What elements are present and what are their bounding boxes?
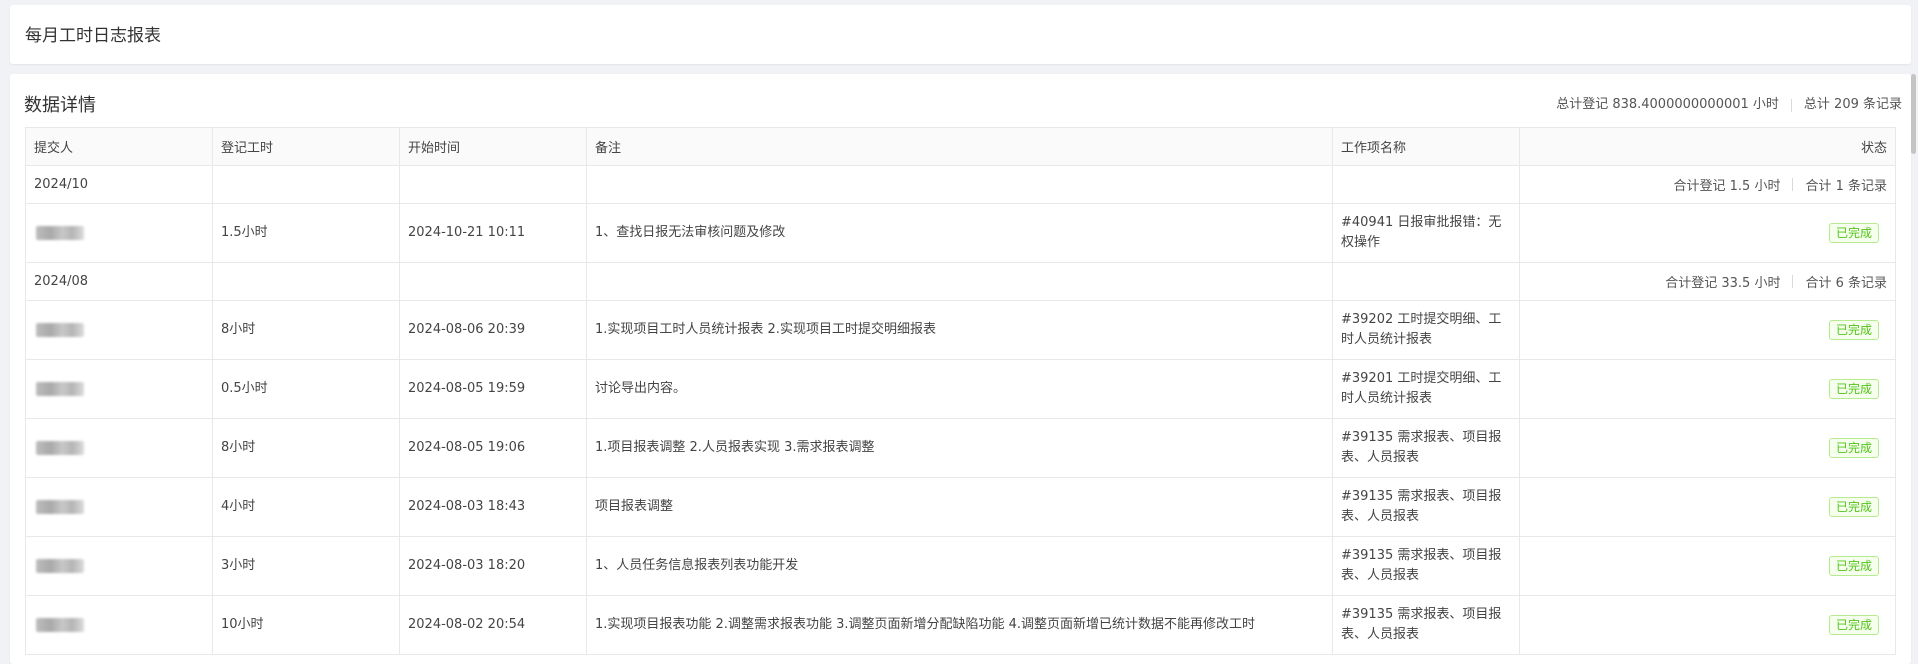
note-cell: 1、查找日报无法审核问题及修改 (586, 203, 1333, 263)
summary-divider (1792, 275, 1794, 288)
vertical-scrollbar[interactable] (1911, 74, 1916, 154)
hours-cell: 8小时 (212, 300, 400, 360)
start-time-cell: 2024-08-03 18:20 (399, 536, 587, 596)
group-count: 合计 6 条记录 (1805, 276, 1887, 291)
total-count: 总计 209 条记录 (1803, 97, 1902, 112)
column-header-status[interactable]: 状态 (1519, 127, 1896, 166)
work-item-cell[interactable]: #39202 工时提交明细、工时人员统计报表 (1332, 300, 1520, 360)
column-header-hours[interactable]: 登记工时 (212, 127, 400, 166)
hours-cell: 8小时 (212, 418, 400, 478)
status-badge: 已完成 (1828, 319, 1879, 340)
column-header-start-time[interactable]: 开始时间 (399, 127, 587, 166)
group-hours: 合计登记 1.5 小时 (1673, 179, 1781, 194)
table-row[interactable]: 1.5小时 2024-10-21 10:11 1、查找日报无法审核问题及修改 #… (25, 203, 1896, 263)
header-card: 每月工时日志报表 (10, 5, 1911, 64)
table-row[interactable]: 10小时 2024-08-02 20:54 1.实现项目报表功能 2.调整需求报… (25, 595, 1896, 655)
column-header-work-item[interactable]: 工作项名称 (1332, 127, 1520, 166)
hours-cell: 3小时 (212, 536, 400, 596)
section-title: 数据详情 (24, 95, 96, 116)
redacted-name (36, 617, 84, 632)
status-cell: 已完成 (1519, 477, 1896, 537)
page-title: 每月工时日志报表 (25, 26, 161, 46)
start-time-cell: 2024-10-21 10:11 (399, 203, 587, 263)
redacted-name (36, 381, 84, 396)
note-cell: 1.实现项目工时人员统计报表 2.实现项目工时提交明细报表 (586, 300, 1333, 360)
details-card: 数据详情 总计登记 838.4000000000001 小时 总计 209 条记… (10, 74, 1911, 664)
group-count: 合计 1 条记录 (1805, 179, 1887, 194)
start-time-cell: 2024-08-06 20:39 (399, 300, 587, 360)
table-row[interactable]: 8小时 2024-08-06 20:39 1.实现项目工时人员统计报表 2.实现… (25, 300, 1896, 360)
group-hours: 合计登记 33.5 小时 (1665, 276, 1781, 291)
table-header-row: 提交人 登记工时 开始时间 备注 工作项名称 状态 (25, 127, 1896, 166)
redacted-name (36, 558, 84, 573)
redacted-name (36, 499, 84, 514)
hours-cell: 10小时 (212, 595, 400, 655)
work-item-cell[interactable]: #40941 日报审批报错：无权操作 (1332, 203, 1520, 263)
work-item-cell[interactable]: #39135 需求报表、项目报表、人员报表 (1332, 477, 1520, 537)
submitter-cell (25, 595, 213, 655)
note-cell: 项目报表调整 (586, 477, 1333, 537)
status-cell: 已完成 (1519, 359, 1896, 419)
status-cell: 已完成 (1519, 595, 1896, 655)
group-summary: 合计登记 1.5 小时 合计 1 条记录 (1519, 165, 1896, 204)
status-cell: 已完成 (1519, 300, 1896, 360)
status-cell: 已完成 (1519, 536, 1896, 596)
total-summary: 总计登记 838.4000000000001 小时 总计 209 条记录 (1556, 96, 1902, 114)
start-time-cell: 2024-08-05 19:06 (399, 418, 587, 478)
group-summary: 合计登记 33.5 小时 合计 6 条记录 (1519, 262, 1896, 301)
status-cell: 已完成 (1519, 418, 1896, 478)
group-row[interactable]: 2024/08 合计登记 33.5 小时 合计 6 条记录 (25, 262, 1896, 301)
status-badge: 已完成 (1828, 496, 1879, 517)
submitter-cell (25, 203, 213, 263)
status-badge: 已完成 (1828, 555, 1879, 576)
table-row[interactable]: 0.5小时 2024-08-05 19:59 讨论导出内容。 #39201 工时… (25, 359, 1896, 419)
note-cell: 1.项目报表调整 2.人员报表实现 3.需求报表调整 (586, 418, 1333, 478)
hours-cell: 0.5小时 (212, 359, 400, 419)
redacted-name (36, 440, 84, 455)
submitter-cell (25, 477, 213, 537)
work-item-cell[interactable]: #39135 需求报表、项目报表、人员报表 (1332, 418, 1520, 478)
note-cell: 1、人员任务信息报表列表功能开发 (586, 536, 1333, 596)
start-time-cell: 2024-08-03 18:43 (399, 477, 587, 537)
work-item-cell[interactable]: #39135 需求报表、项目报表、人员报表 (1332, 536, 1520, 596)
redacted-name (36, 322, 84, 337)
group-row[interactable]: 2024/10 合计登记 1.5 小时 合计 1 条记录 (25, 165, 1896, 204)
summary-divider (1792, 178, 1794, 191)
hours-cell: 1.5小时 (212, 203, 400, 263)
hours-cell: 4小时 (212, 477, 400, 537)
column-header-submitter[interactable]: 提交人 (25, 127, 213, 166)
table-row[interactable]: 4小时 2024-08-03 18:43 项目报表调整 #39135 需求报表、… (25, 477, 1896, 537)
work-item-cell[interactable]: #39135 需求报表、项目报表、人员报表 (1332, 595, 1520, 655)
submitter-cell (25, 300, 213, 360)
table-row[interactable]: 8小时 2024-08-05 19:06 1.项目报表调整 2.人员报表实现 3… (25, 418, 1896, 478)
table-row[interactable]: 3小时 2024-08-03 18:20 1、人员任务信息报表列表功能开发 #3… (25, 536, 1896, 596)
group-month: 2024/08 (25, 262, 213, 301)
worklog-table: 提交人 登记工时 开始时间 备注 工作项名称 状态 2024/10 合计登记 1… (25, 127, 1896, 655)
status-badge: 已完成 (1828, 378, 1879, 399)
total-hours: 总计登记 838.4000000000001 小时 (1556, 97, 1779, 112)
submitter-cell (25, 359, 213, 419)
note-cell: 讨论导出内容。 (586, 359, 1333, 419)
redacted-name (36, 225, 84, 240)
note-cell: 1.实现项目报表功能 2.调整需求报表功能 3.调整页面新增分配缺陷功能 4.调… (586, 595, 1333, 655)
status-badge: 已完成 (1828, 614, 1879, 635)
group-month: 2024/10 (25, 165, 213, 204)
submitter-cell (25, 536, 213, 596)
submitter-cell (25, 418, 213, 478)
status-badge: 已完成 (1828, 222, 1879, 243)
status-cell: 已完成 (1519, 203, 1896, 263)
work-item-cell[interactable]: #39201 工时提交明细、工时人员统计报表 (1332, 359, 1520, 419)
summary-divider (1790, 98, 1792, 112)
start-time-cell: 2024-08-05 19:59 (399, 359, 587, 419)
column-header-note[interactable]: 备注 (586, 127, 1333, 166)
status-badge: 已完成 (1828, 437, 1879, 458)
start-time-cell: 2024-08-02 20:54 (399, 595, 587, 655)
